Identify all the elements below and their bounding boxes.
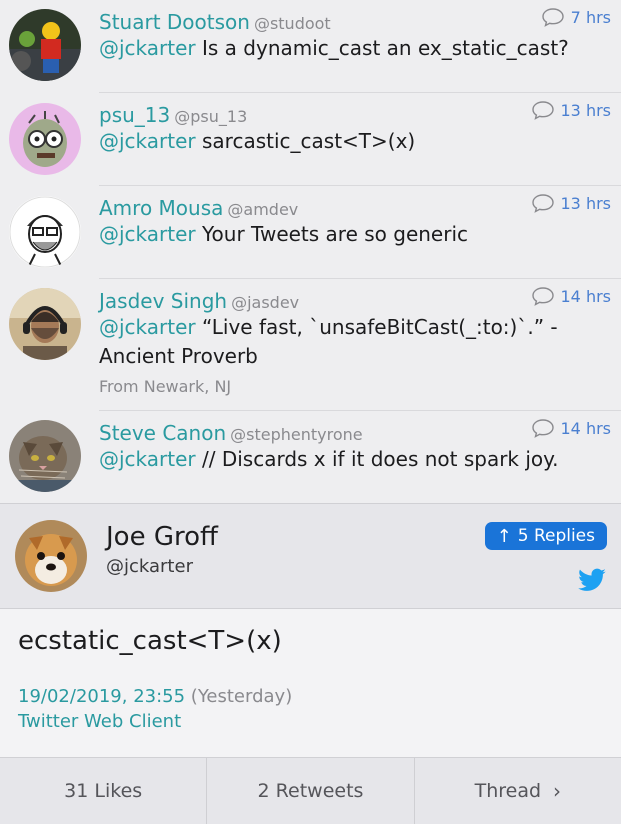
reply-body: sarcastic_cast<T>(x) — [195, 129, 416, 153]
author-handle[interactable]: @amdev — [227, 200, 298, 219]
author-handle[interactable]: @jasdev — [231, 293, 299, 312]
author-name[interactable]: Jasdev Singh — [99, 289, 227, 313]
retweets-label: 2 Retweets — [257, 780, 364, 802]
reply-item[interactable]: psu_13 @psu_13 13 hrs @jckarter sarcastic… — [0, 93, 621, 186]
reply-text: @jckarter Is a dynamic_cast an ex_static… — [99, 34, 601, 63]
author-handle[interactable]: @stephentyrone — [230, 425, 362, 444]
author-line: Amro Mousa @amdev — [99, 196, 298, 220]
author-name[interactable]: Stuart Dootson — [99, 10, 250, 34]
reply-item[interactable]: Jasdev Singh @jasdev 14 hrs @jckarter “Li… — [0, 279, 621, 411]
mention-link[interactable]: @jckarter — [99, 315, 196, 339]
reply-meta: 14 hrs — [531, 418, 612, 438]
avatar[interactable] — [9, 420, 81, 492]
replies-label: 5 Replies — [517, 526, 595, 546]
likes-button[interactable]: 31 Likes — [0, 758, 208, 824]
main-tweet-text: ecstatic_cast<T>(x) — [18, 626, 282, 656]
reply-item[interactable]: Steve Canon @stephentyrone 14 hrs @jckart… — [0, 411, 621, 503]
reply-bubble-icon[interactable] — [541, 7, 565, 27]
reply-meta: 14 hrs — [531, 286, 612, 306]
author-handle[interactable]: @psu_13 — [174, 107, 247, 126]
date-link[interactable]: 19/02/2019, 23:55 — [18, 686, 185, 707]
reply-meta: 13 hrs — [531, 193, 612, 213]
timestamp: 13 hrs — [560, 100, 612, 120]
mention-link[interactable]: @jckarter — [99, 222, 196, 246]
main-tweet-body: ecstatic_cast<T>(x) 19/02/2019, 23:55 (Y… — [0, 608, 621, 758]
reply-body: Your Tweets are so generic — [195, 222, 469, 246]
location-label: From Newark, NJ — [99, 377, 232, 396]
author-line: Jasdev Singh @jasdev — [99, 289, 299, 313]
author-name[interactable]: Steve Canon — [99, 421, 226, 445]
avatar[interactable] — [9, 196, 81, 268]
reply-item[interactable]: Amro Mousa @amdev 13 hrs @jckarter Your T… — [0, 186, 621, 279]
avatar[interactable] — [9, 288, 81, 360]
thread-button[interactable]: Thread › — [415, 758, 621, 824]
reply-text: @jckarter // Discards x if it does not s… — [99, 445, 601, 474]
reply-body: // Discards x if it does not spark joy. — [195, 447, 559, 471]
action-bar: 31 Likes 2 Retweets Thread › — [0, 757, 621, 824]
author-handle[interactable]: @studoot — [254, 14, 331, 33]
twitter-bird-icon — [578, 568, 606, 591]
main-author-handle[interactable]: @jckarter — [106, 556, 193, 577]
reply-text: @jckarter Your Tweets are so generic — [99, 220, 601, 249]
tweet-date: 19/02/2019, 23:55 (Yesterday) — [18, 686, 292, 707]
author-name[interactable]: psu_13 — [99, 103, 170, 127]
author-name[interactable]: Amro Mousa — [99, 196, 223, 220]
reply-bubble-icon[interactable] — [531, 193, 555, 213]
author-line: Steve Canon @stephentyrone — [99, 421, 363, 445]
reply-body: Is a dynamic_cast an ex_static_cast? — [195, 36, 569, 60]
reply-text: @jckarter “Live fast, `unsafeBitCast(_:t… — [99, 313, 601, 371]
reply-bubble-icon[interactable] — [531, 100, 555, 120]
relative-date: (Yesterday) — [190, 686, 293, 707]
chevron-right-icon: › — [553, 779, 562, 803]
reply-item[interactable]: Stuart Dootson @studoot 7 hrs @jckarter I… — [0, 0, 621, 93]
timestamp: 13 hrs — [560, 193, 612, 213]
reply-meta: 7 hrs — [541, 7, 611, 27]
reply-bubble-icon[interactable] — [531, 418, 555, 438]
timestamp: 14 hrs — [560, 286, 612, 306]
avatar[interactable] — [9, 103, 81, 175]
likes-label: 31 Likes — [64, 780, 143, 802]
mention-link[interactable]: @jckarter — [99, 129, 196, 153]
reply-bubble-icon[interactable] — [531, 286, 555, 306]
timestamp: 14 hrs — [560, 418, 612, 438]
avatar[interactable] — [9, 9, 81, 81]
reply-text: @jckarter sarcastic_cast<T>(x) — [99, 127, 601, 156]
mention-link[interactable]: @jckarter — [99, 447, 196, 471]
arrow-up-icon: ↑ — [496, 525, 512, 547]
avatar[interactable] — [15, 520, 87, 592]
mention-link[interactable]: @jckarter — [99, 36, 196, 60]
retweets-button[interactable]: 2 Retweets — [207, 758, 415, 824]
timestamp: 7 hrs — [570, 7, 611, 27]
main-tweet-header: Joe Groff @jckarter ↑ 5 Replies — [0, 503, 621, 608]
author-line: Stuart Dootson @studoot — [99, 10, 331, 34]
replies-button[interactable]: ↑ 5 Replies — [484, 522, 607, 550]
thread-label: Thread — [474, 780, 542, 802]
reply-meta: 13 hrs — [531, 100, 612, 120]
author-line: psu_13 @psu_13 — [99, 103, 247, 127]
main-author-name[interactable]: Joe Groff — [106, 522, 218, 552]
client-link[interactable]: Twitter Web Client — [18, 711, 181, 732]
